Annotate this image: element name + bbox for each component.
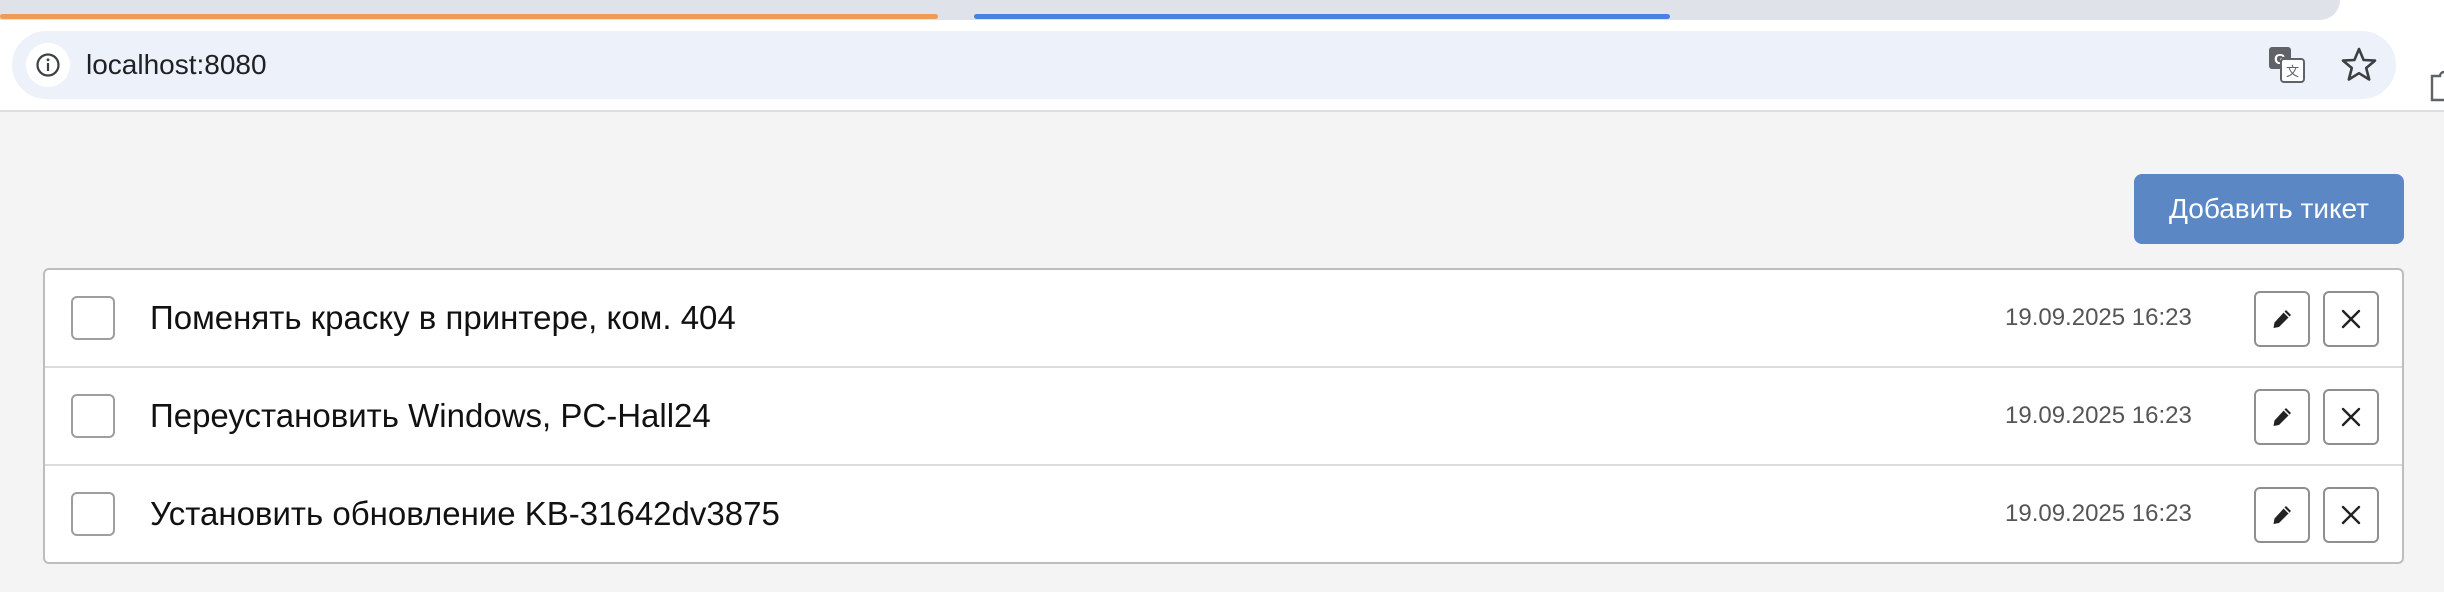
star-icon[interactable] bbox=[2338, 44, 2380, 86]
pencil-icon bbox=[2273, 408, 2291, 426]
close-icon bbox=[2341, 505, 2361, 525]
ticket-checkbox[interactable] bbox=[71, 492, 115, 536]
address-bar[interactable]: localhost:8080 G 文 bbox=[12, 31, 2396, 99]
ticket-row: Переустановить Windows, PC-Hall24 19.09.… bbox=[45, 368, 2402, 466]
delete-ticket-button[interactable] bbox=[2323, 389, 2379, 445]
info-icon bbox=[36, 53, 60, 77]
tab-group-indicator-orange[interactable] bbox=[0, 14, 938, 19]
ticket-title: Установить обновление KB-31642dv3875 bbox=[150, 495, 780, 532]
pencil-icon bbox=[2273, 310, 2291, 328]
ticket-checkbox[interactable] bbox=[71, 394, 115, 438]
delete-ticket-button[interactable] bbox=[2323, 487, 2379, 543]
browser-tab-strip bbox=[0, 0, 2444, 26]
translate-icon[interactable]: G 文 bbox=[2268, 46, 2306, 84]
ticket-title: Переустановить Windows, PC-Hall24 bbox=[150, 397, 711, 434]
ticket-date: 19.09.2025 16:23 bbox=[2005, 304, 2192, 331]
tab-group-indicator-blue[interactable] bbox=[974, 14, 1670, 19]
delete-ticket-button[interactable] bbox=[2323, 291, 2379, 347]
ticket-date: 19.09.2025 16:23 bbox=[2005, 500, 2192, 527]
edit-ticket-button[interactable] bbox=[2254, 487, 2310, 543]
ticket-date: 19.09.2025 16:23 bbox=[2005, 402, 2192, 429]
puzzle-icon[interactable] bbox=[2428, 70, 2444, 106]
browser-toolbar: localhost:8080 G 文 bbox=[0, 26, 2444, 112]
ticket-title: Поменять краску в принтере, ком. 404 bbox=[150, 299, 736, 336]
pencil-icon bbox=[2273, 506, 2291, 524]
svg-text:文: 文 bbox=[2286, 64, 2299, 79]
ticket-checkbox[interactable] bbox=[71, 296, 115, 340]
edit-ticket-button[interactable] bbox=[2254, 389, 2310, 445]
ticket-row: Поменять краску в принтере, ком. 404 19.… bbox=[45, 270, 2402, 368]
close-icon bbox=[2341, 309, 2361, 329]
ticket-list: Поменять краску в принтере, ком. 404 19.… bbox=[43, 268, 2404, 564]
site-info-button[interactable] bbox=[26, 43, 70, 87]
url-text[interactable]: localhost:8080 bbox=[86, 31, 267, 99]
add-ticket-button[interactable]: Добавить тикет bbox=[2134, 174, 2404, 244]
ticket-row: Установить обновление KB-31642dv3875 19.… bbox=[45, 466, 2402, 562]
edit-ticket-button[interactable] bbox=[2254, 291, 2310, 347]
close-icon bbox=[2341, 407, 2361, 427]
